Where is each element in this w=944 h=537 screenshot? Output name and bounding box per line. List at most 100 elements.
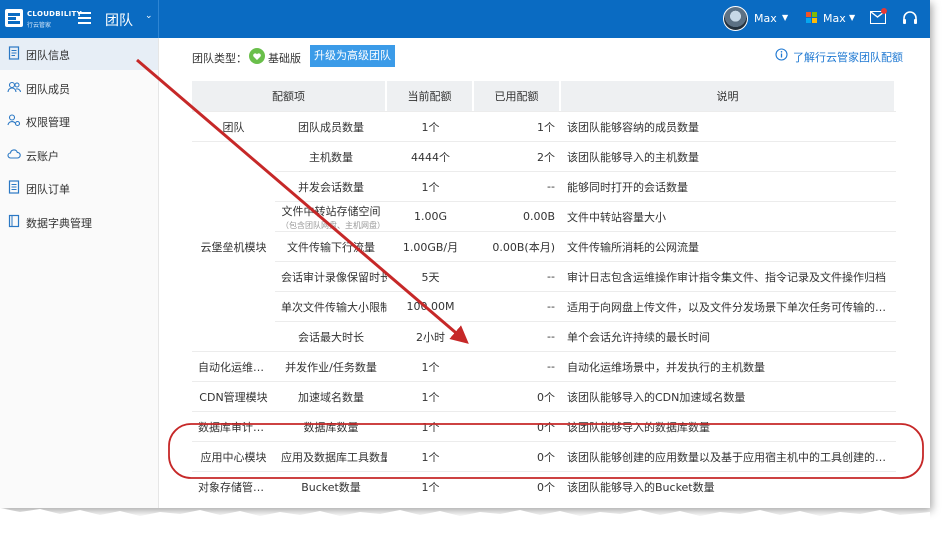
quota-name: 主机数量 (309, 150, 353, 164)
document-icon (7, 46, 21, 60)
current-quota-cell: 1个 (387, 441, 474, 471)
order-icon (7, 180, 21, 194)
table-header-row: 配额项 当前配额 已用配额 说明 (192, 81, 896, 111)
quota-name-cell: 数据库数量 (275, 411, 387, 441)
quota-name-cell: 会话审计录像保留时长 (275, 261, 387, 291)
torn-edge (0, 508, 930, 537)
table-row: 对象存储管理模块 Bucket数量 1个0个该团队能够导入的Bucket数量 (192, 471, 896, 501)
used-quota-cell: 0.00B (474, 201, 561, 231)
info-icon[interactable] (775, 48, 788, 61)
sidebar-item-cloud-accounts[interactable]: 云账户 (0, 139, 158, 171)
table-row: 自动化运维模块 并发作业/任务数量 1个 -- 自动化运维场景中，并发执行的主机数量 (192, 351, 896, 381)
description-cell: 该团队能够导入的数据库数量 (561, 411, 896, 441)
column-header-current: 当前配额 (387, 81, 474, 111)
quota-name-cell: 主机数量 (275, 141, 387, 171)
table-row: 单次文件传输大小限制 100.00M -- 适用于向网盘上传文件，以及文件分发场景下单… (192, 291, 896, 321)
brand-logo[interactable]: CLOUDBILITY 行云管家 (5, 7, 82, 31)
used-quota-cell: -- (474, 261, 561, 291)
sidebar-item-team-members[interactable]: 团队成员 (0, 72, 158, 104)
current-quota-cell: 1个 (387, 471, 474, 501)
quota-name-cell: 并发会话数量 (275, 171, 387, 201)
description-cell: 适用于向网盘上传文件，以及文件分发场景下单次任务可传输的文件总... (561, 291, 896, 321)
column-header-quota-item: 配额项 (192, 81, 387, 111)
quota-name: 文件传输下行流量 (287, 240, 375, 254)
current-quota-cell: 2小时 (387, 321, 474, 351)
book-icon (7, 214, 21, 228)
quota-name: 应用及数据库工具数量 (281, 450, 387, 464)
user-gear-icon (7, 113, 21, 127)
quota-table: 配额项 当前配额 已用配额 说明 团队 团队成员数量 1个 1个 该团队能够容纳的成员数… (192, 81, 896, 501)
module-cell: 自动化运维模块 (192, 351, 275, 381)
quota-name-cell: 并发作业/任务数量 (275, 351, 387, 381)
module-cell: 对象存储管理模块 (192, 471, 275, 501)
description-cell: 该团队能够创建的应用数量以及基于应用宿主机中的工具创建的数据库... (561, 441, 896, 471)
table-row: 会话最大时长 2小时 -- 单个会话允许持续的最长时间 (192, 321, 896, 351)
table-row: 团队 团队成员数量 1个 1个 该团队能够容纳的成员数量 (192, 111, 896, 141)
sidebar-item-label: 团队信息 (26, 49, 70, 62)
description-cell: 该团队能够导入的Bucket数量 (561, 471, 896, 501)
description-cell: 审计日志包含运维操作审计指令集文件、指令记录及文件操作归档 (561, 261, 896, 291)
team-type-label: 团队类型： (192, 52, 247, 65)
quota-name-cell: 单次文件传输大小限制 (275, 291, 387, 321)
sidebar: 团队信息 团队成员 权限管理 云账户 团队订单 数据字典管理 (0, 38, 159, 508)
current-quota-cell: 1.00GB/月 (387, 231, 474, 261)
description-cell: 单个会话允许持续的最长时间 (561, 321, 896, 351)
brand-name: CLOUDBILITY (27, 10, 82, 18)
quota-name-note: （包含团队网盘、主机网盘） (281, 220, 385, 230)
topbar-divider (158, 0, 159, 38)
upgrade-button[interactable]: 升级为高级团队 (310, 45, 395, 67)
quota-name-cell: Bucket数量 (275, 471, 387, 501)
quota-name: 文件中转站存储空间 (281, 204, 381, 218)
used-quota-cell: 0个 (474, 471, 561, 501)
quota-name-cell: 文件中转站存储空间 （包含团队网盘、主机网盘） (275, 201, 387, 231)
sidebar-item-team-info[interactable]: 团队信息 (0, 38, 158, 70)
current-quota-cell: 1个 (387, 111, 474, 141)
chevron-down-icon[interactable]: ▼ (782, 13, 788, 22)
used-quota-cell: 0个 (474, 441, 561, 471)
top-bar: CLOUDBILITY 行云管家 团队 ⌄ Max ▼ Max ▼ (0, 0, 930, 38)
column-header-used: 已用配额 (474, 81, 561, 111)
quota-name: 并发作业/任务数量 (285, 360, 377, 374)
description-cell: 文件传输所消耗的公网流量 (561, 231, 896, 261)
quota-name: 数据库数量 (303, 420, 359, 434)
table-row: 文件中转站存储空间 （包含团队网盘、主机网盘） 1.00G 0.00B 文件中转站容量大… (192, 201, 896, 231)
quota-name: 加速域名数量 (298, 390, 364, 404)
user-menu-name[interactable]: Max (754, 12, 777, 25)
avatar[interactable] (723, 6, 748, 31)
used-quota-cell: 2个 (474, 141, 561, 171)
sidebar-item-permissions[interactable]: 权限管理 (0, 105, 158, 137)
chevron-down-icon[interactable]: ⌄ (145, 11, 153, 21)
quota-name-cell: 应用及数据库工具数量 (275, 441, 387, 471)
quota-name-cell: 会话最大时长 (275, 321, 387, 351)
table-row: 数据库审计模块 数据库数量 1个 0个 该团队能够导入的数据库数量 (192, 411, 896, 441)
heart-icon (249, 48, 265, 64)
current-quota-cell: 4444个 (387, 141, 474, 171)
account-menu-name[interactable]: Max (823, 12, 846, 25)
team-title[interactable]: 团队 (105, 10, 133, 30)
used-quota-cell: 0个 (474, 381, 561, 411)
menu-icon[interactable] (78, 12, 91, 24)
sidebar-item-label: 权限管理 (26, 116, 70, 129)
windows-logo-icon[interactable] (806, 12, 818, 24)
description-cell: 自动化运维场景中，并发执行的主机数量 (561, 351, 896, 381)
chevron-down-icon[interactable]: ▼ (849, 13, 855, 22)
description-cell: 能够同时打开的会话数量 (561, 171, 896, 201)
notification-dot (881, 8, 887, 14)
table-row: 会话审计录像保留时长 5天 -- 审计日志包含运维操作审计指令集文件、指令记录及文件操… (192, 261, 896, 291)
quota-name: 团队成员数量 (298, 120, 364, 134)
current-quota-cell: 1个 (387, 171, 474, 201)
used-quota-cell: 1个 (474, 111, 561, 141)
quota-name-cell: 文件传输下行流量 (275, 231, 387, 261)
table-row: 云堡垒机模块 主机数量 4444个 2个 该团队能够导入的主机数量 (192, 141, 896, 254)
used-quota-cell: 0.00B(本月) (474, 231, 561, 261)
sidebar-item-team-orders[interactable]: 团队订单 (0, 172, 158, 204)
learn-quota-link[interactable]: 了解行云管家团队配额 (793, 49, 903, 65)
headset-icon[interactable] (902, 10, 918, 26)
sidebar-item-label: 数据字典管理 (26, 217, 92, 230)
table-row: 文件传输下行流量 1.00GB/月 0.00B(本月) 文件传输所消耗的公网流量 (192, 231, 896, 261)
sidebar-item-data-dictionary[interactable]: 数据字典管理 (0, 206, 158, 238)
quota-name: 单次文件传输大小限制 (281, 300, 387, 314)
description-cell: 文件中转站容量大小 (561, 201, 896, 231)
current-quota-cell: 1个 (387, 351, 474, 381)
used-quota-cell: -- (474, 321, 561, 351)
